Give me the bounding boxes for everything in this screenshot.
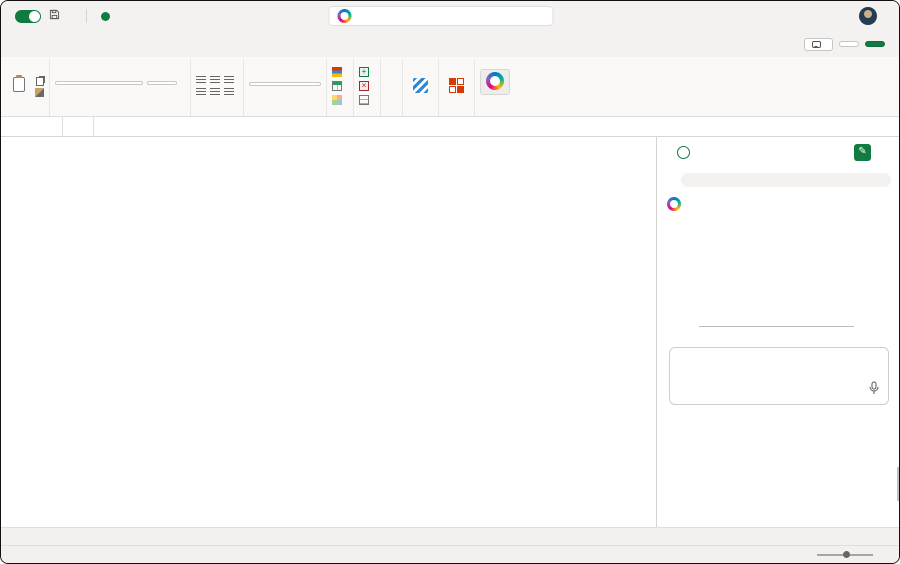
format-painter-icon[interactable] — [35, 88, 44, 97]
ribbon-group-addins — [439, 59, 475, 116]
catch-up-button[interactable] — [839, 41, 859, 47]
save-icon[interactable] — [48, 9, 61, 23]
group-label-number — [249, 112, 321, 115]
align-top-icon[interactable] — [196, 76, 206, 84]
align-middle-icon[interactable] — [210, 76, 220, 84]
cell-styles-button[interactable] — [332, 95, 348, 105]
shield-check-icon — [677, 145, 690, 159]
sensitivity-icon — [413, 77, 428, 93]
chart-y-axis — [677, 237, 699, 327]
group-label-alignment — [196, 112, 238, 115]
paste-button[interactable] — [8, 74, 30, 98]
ribbon: + × — [1, 57, 899, 117]
group-label-font — [55, 112, 185, 115]
ribbon-group-number — [244, 59, 327, 116]
ribbon-group-editing — [381, 59, 403, 116]
ribbon-group-clipboard — [3, 59, 50, 116]
titlebar-right — [859, 7, 889, 25]
formula-bar — [1, 117, 899, 137]
sheet-tab-bar — [1, 527, 899, 545]
align-right-icon[interactable] — [224, 88, 234, 96]
copy-icon[interactable] — [35, 77, 44, 86]
copilot-pane: ✎ — [656, 137, 899, 527]
ribbon-tab-row — [1, 31, 899, 57]
conditional-formatting-icon — [332, 67, 342, 77]
comments-button[interactable] — [804, 37, 833, 51]
copilot-chart — [667, 225, 891, 327]
name-box[interactable] — [1, 117, 63, 136]
divider — [86, 9, 87, 23]
ribbon-group-alignment — [191, 59, 244, 116]
avatar[interactable] — [859, 7, 877, 25]
align-bottom-icon[interactable] — [224, 76, 234, 84]
align-left-icon[interactable] — [196, 88, 206, 96]
group-label-editing — [386, 112, 397, 115]
ribbon-group-copilot — [475, 59, 515, 116]
copilot-chat — [657, 167, 899, 527]
ribbon-group-sensitivity — [403, 59, 439, 116]
delete-cells-button[interactable]: × — [359, 81, 375, 91]
search-box[interactable] — [328, 6, 554, 26]
number-format-select[interactable] — [249, 82, 321, 86]
excel-window: + × ✎ — [0, 0, 900, 564]
check-icon — [29, 10, 40, 22]
comment-icon — [812, 40, 821, 48]
sensitivity-button[interactable] — [408, 76, 433, 97]
zoom-slider[interactable] — [817, 550, 873, 558]
copilot-input[interactable] — [669, 347, 889, 405]
copilot-icon — [486, 71, 504, 90]
copilot-pane-header: ✎ — [657, 137, 899, 167]
copilot-avatar — [667, 197, 681, 211]
status-bar — [1, 545, 899, 563]
worksheet[interactable] — [1, 137, 656, 527]
mic-icon[interactable] — [869, 381, 879, 400]
group-label-addins — [444, 112, 469, 115]
clipboard-icon — [13, 74, 25, 92]
share-button[interactable] — [865, 41, 885, 47]
format-as-table-icon — [332, 81, 342, 91]
autosave-switch[interactable] — [15, 9, 41, 23]
formula-input[interactable] — [94, 117, 883, 136]
font-name-select[interactable] — [55, 80, 143, 85]
conditional-formatting-button[interactable] — [332, 67, 348, 77]
ribbon-group-cells: + × — [354, 59, 381, 116]
group-label-sensitivity — [408, 112, 433, 115]
cell-styles-icon — [332, 95, 342, 105]
group-label-styles — [332, 112, 348, 115]
copilot-icon — [337, 9, 352, 23]
new-chat-icon[interactable]: ✎ — [854, 143, 871, 161]
zoom-slider-knob[interactable] — [843, 550, 850, 558]
format-cells-button[interactable] — [359, 95, 375, 105]
addins-button[interactable] — [444, 76, 469, 97]
title-bar — [1, 1, 899, 31]
ribbon-group-font — [50, 59, 191, 116]
font-size-select[interactable] — [147, 80, 177, 85]
chart-plot — [699, 237, 854, 327]
format-as-table-button[interactable] — [332, 81, 348, 91]
delete-cells-icon: × — [359, 81, 369, 91]
chart-y-axis-title — [667, 225, 677, 327]
insert-cells-button[interactable]: + — [359, 67, 375, 77]
group-label-clipboard — [8, 112, 44, 115]
autosave-toggle[interactable] — [11, 9, 41, 23]
ribbon-group-styles — [327, 59, 354, 116]
main-area: ✎ — [1, 137, 899, 527]
format-cells-icon — [359, 95, 369, 105]
tab-row-right — [804, 37, 893, 51]
insert-cells-icon: + — [359, 67, 369, 77]
copilot-button[interactable] — [480, 68, 510, 95]
align-center-icon[interactable] — [210, 88, 220, 96]
group-label-cells — [359, 112, 375, 115]
sensitivity-label-icon — [101, 11, 110, 21]
addins-icon — [449, 77, 464, 93]
user-message-bubble — [681, 173, 891, 187]
